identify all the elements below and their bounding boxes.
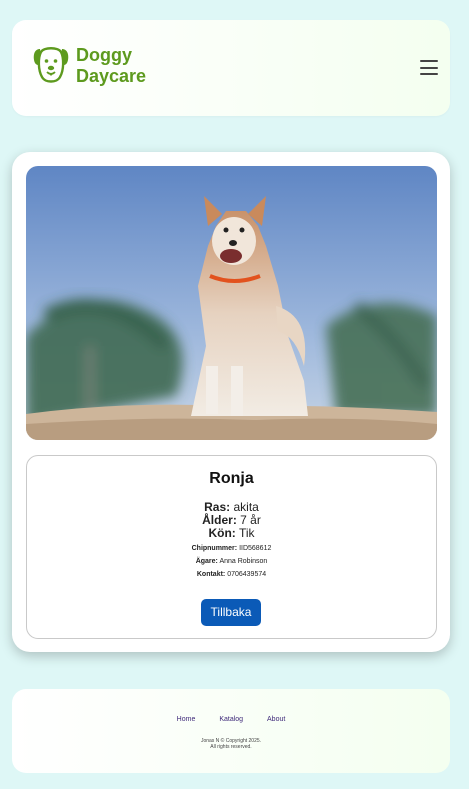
brand-name[interactable]: Doggy Daycare — [76, 45, 196, 87]
sex-label: Kön: — [208, 526, 236, 540]
copyright-line-2: All rights reserved. — [210, 744, 252, 750]
contact-value: 0706439574 — [227, 571, 267, 578]
owner-value: Anna Robinson — [219, 558, 268, 565]
contact-row: Kontakt: 0706439574 — [27, 571, 436, 578]
age-label: Ålder: — [202, 513, 237, 527]
chip-label: Chipnummer: — [191, 545, 238, 552]
footer-link-about[interactable]: About — [267, 716, 285, 723]
sex-row: Kön: Tik — [27, 527, 436, 540]
breed-value: akita — [233, 500, 259, 514]
site-footer: Home Katalog About Jonas N © Copyright 2… — [12, 689, 450, 773]
copyright-text: Jonas N © Copyright 2025. All rights res… — [12, 738, 450, 750]
dog-face-icon[interactable] — [32, 44, 70, 86]
age-value: 7 år — [240, 513, 261, 527]
chip-value: IID568612 — [239, 545, 272, 552]
brand-line-2: Daycare — [76, 66, 147, 86]
dog-info-panel: Ronja Ras: akita Ålder: 7 år Kön: Tik Ch… — [26, 455, 437, 639]
dog-attributes: Ras: akita Ålder: 7 år Kön: Tik — [27, 501, 436, 540]
contact-label: Kontakt: — [196, 571, 226, 578]
owner-row: Ägare: Anna Robinson — [27, 558, 436, 565]
footer-link-home[interactable]: Home — [177, 716, 196, 723]
brand-line-1: Doggy — [76, 45, 132, 65]
footer-nav: Home Katalog About — [12, 716, 450, 723]
sex-value: Tik — [238, 526, 255, 540]
hamburger-menu-icon[interactable] — [420, 60, 438, 75]
back-button[interactable]: Tillbaka — [201, 599, 261, 626]
dog-name: Ronja — [209, 470, 254, 487]
dog-detail-card: Ronja Ras: akita Ålder: 7 år Kön: Tik Ch… — [12, 152, 450, 652]
chip-row: Chipnummer: IID568612 — [27, 545, 436, 552]
owner-label: Ägare: — [195, 558, 218, 565]
dog-photo — [26, 166, 437, 440]
footer-link-katalog[interactable]: Katalog — [219, 716, 243, 723]
breed-label: Ras: — [204, 500, 231, 514]
site-header: Doggy Daycare — [12, 20, 450, 116]
